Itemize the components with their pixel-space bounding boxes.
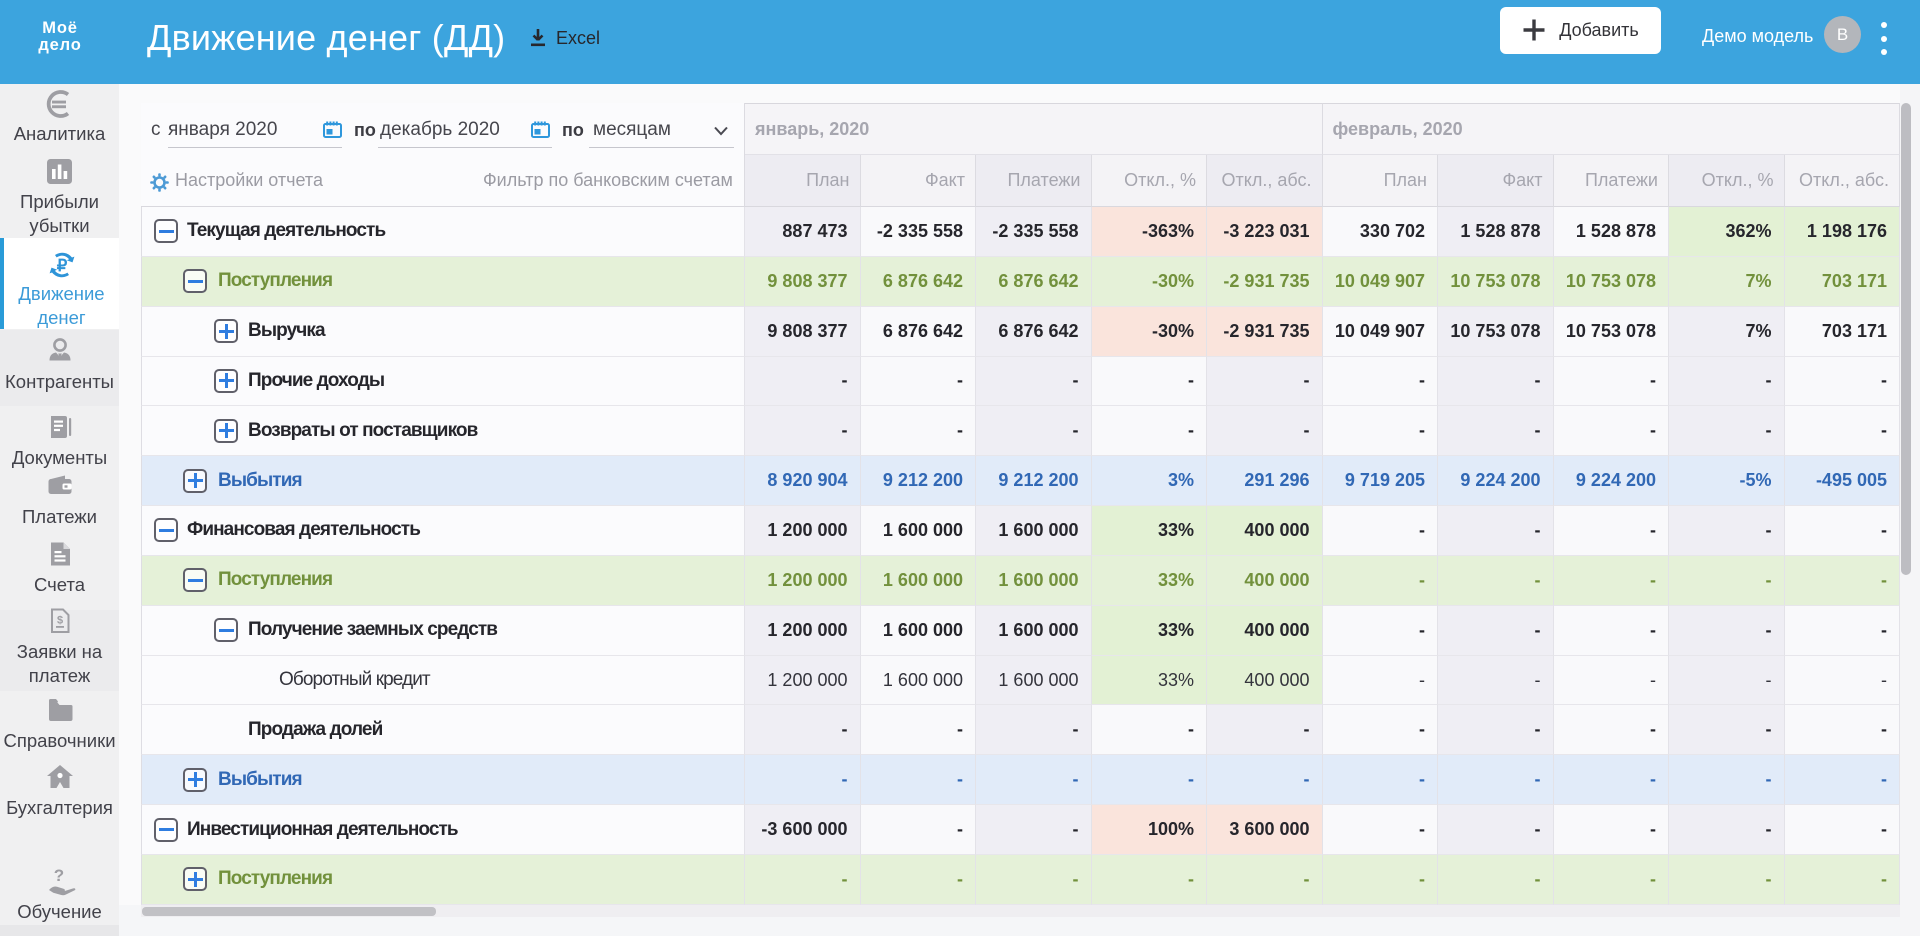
svg-text:$: $ (56, 615, 62, 627)
svg-text:?: ? (53, 866, 63, 885)
svg-text:₽: ₽ (56, 257, 67, 275)
